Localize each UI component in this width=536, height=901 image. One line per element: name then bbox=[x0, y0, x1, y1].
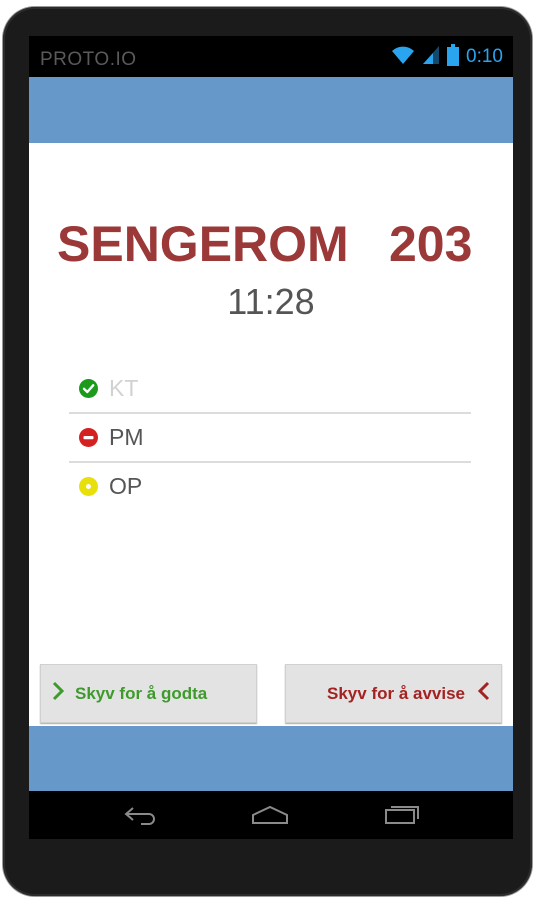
minus-circle-icon bbox=[79, 428, 98, 447]
status-bar: PROTO.IO 0:10 bbox=[29, 36, 513, 77]
footer-bar bbox=[29, 726, 513, 791]
brand-label: PROTO.IO bbox=[40, 49, 137, 70]
recent-apps-icon[interactable] bbox=[384, 805, 420, 830]
swipe-accept-button[interactable]: Skyv for å godta bbox=[40, 664, 257, 723]
list-item-label: PM bbox=[109, 424, 144, 450]
list-item-pm[interactable]: PM bbox=[69, 414, 471, 463]
home-icon[interactable] bbox=[251, 805, 289, 830]
room-number: 203 bbox=[389, 216, 473, 272]
swipe-accept-label: Skyv for å godta bbox=[75, 683, 208, 703]
header-bar bbox=[29, 77, 513, 143]
back-icon[interactable] bbox=[123, 805, 157, 830]
swipe-reject-label: Skyv for å avvise bbox=[327, 683, 465, 703]
appointment-time: 11:28 bbox=[227, 281, 315, 322]
list-item-label: OP bbox=[109, 473, 143, 499]
list-item-kt[interactable]: KT bbox=[69, 365, 471, 414]
chevron-left-icon bbox=[477, 681, 491, 706]
list-item-op[interactable]: OP bbox=[69, 463, 471, 510]
list-item-label: KT bbox=[109, 375, 139, 401]
chevron-right-icon bbox=[51, 681, 65, 706]
wifi-icon bbox=[391, 45, 415, 70]
dot-circle-icon bbox=[79, 477, 98, 496]
main-content: SENGEROM 203 11:28 KT PM OP Skyv for å g… bbox=[29, 143, 513, 756]
status-icons: 0:10 bbox=[391, 43, 503, 71]
system-nav-bar bbox=[29, 791, 513, 839]
check-circle-icon bbox=[79, 379, 98, 398]
screen: PROTO.IO 0:10 SENGEROM 203 11:28 KT PM O… bbox=[29, 36, 513, 839]
phone-frame: PROTO.IO 0:10 SENGEROM 203 11:28 KT PM O… bbox=[3, 7, 532, 896]
status-clock: 0:10 bbox=[466, 46, 503, 67]
signal-icon bbox=[422, 45, 440, 70]
swipe-reject-button[interactable]: Skyv for å avvise bbox=[285, 664, 502, 723]
status-list: KT PM OP bbox=[69, 365, 471, 510]
battery-icon bbox=[447, 43, 460, 71]
